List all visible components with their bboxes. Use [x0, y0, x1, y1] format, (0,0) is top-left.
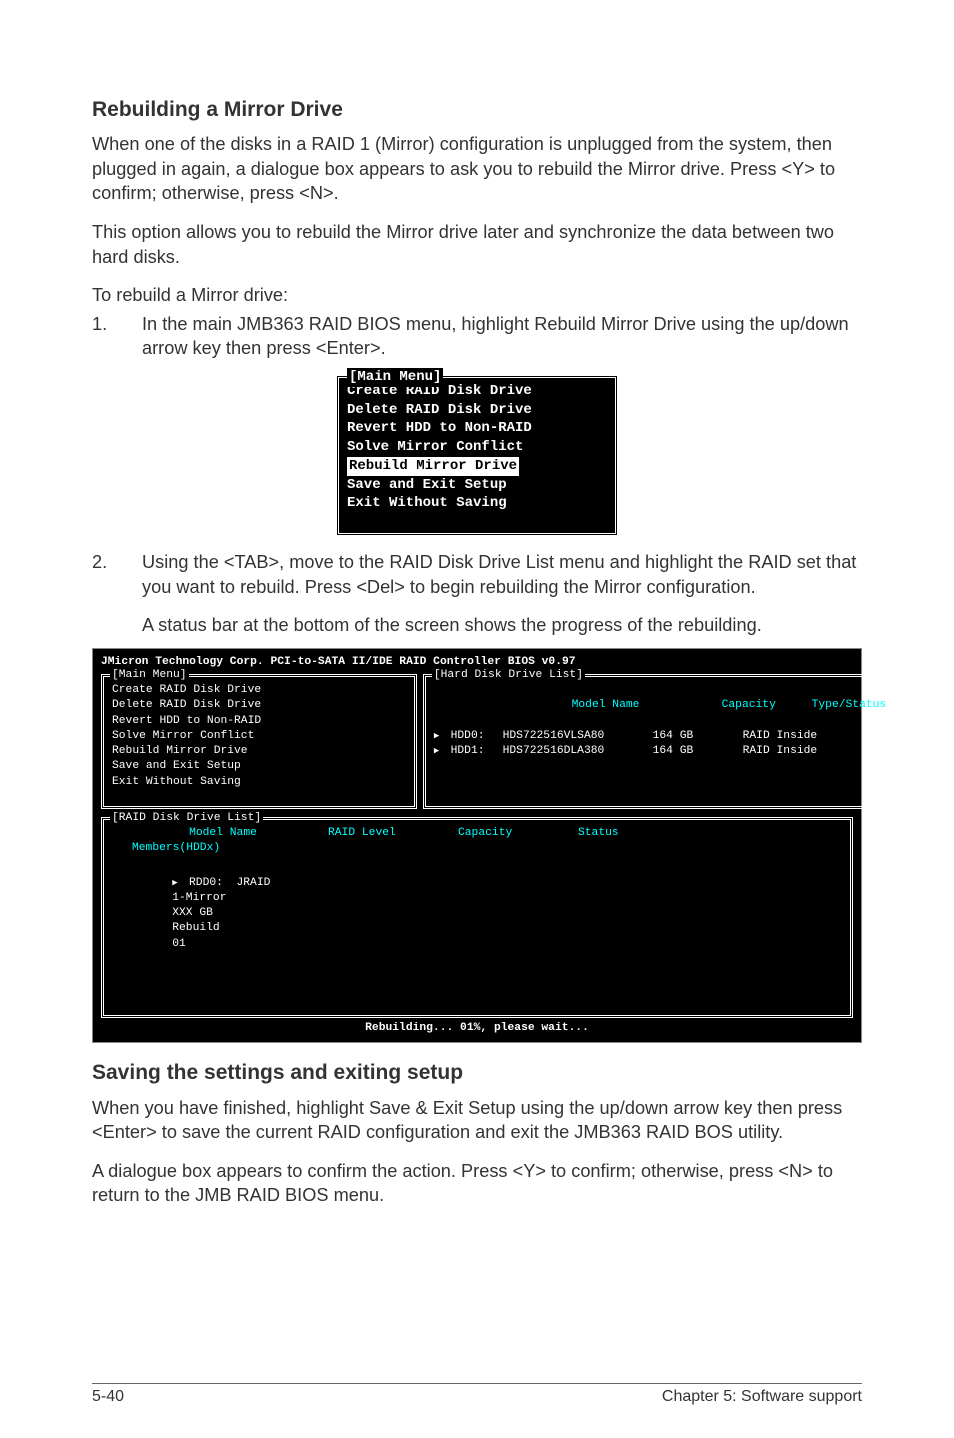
para: When one of the disks in a RAID 1 (Mirro… — [92, 132, 862, 206]
step-text: Using the <TAB>, move to the RAID Disk D… — [142, 550, 862, 599]
bios-statusbar: Rebuilding... 01%, please wait... — [101, 1018, 853, 1040]
raid-members-label: Members(HDDx) — [118, 841, 842, 856]
bios-menu-item: Save and Exit Setup — [347, 476, 607, 495]
bios-menu-item: Rebuild Mirror Drive — [347, 457, 607, 476]
bios-menu-item: Save and Exit Setup — [112, 759, 406, 774]
step-subtext: A status bar at the bottom of the screen… — [92, 613, 862, 638]
bios-menu-item: Rebuild Mirror Drive — [112, 744, 406, 759]
raid-row-name: ▶ RDD0: JRAID — [172, 876, 382, 891]
chapter-label: Chapter 5: Software support — [662, 1386, 862, 1408]
bios-legend: [Main Menu] — [110, 668, 189, 683]
bios-menu-item: Revert HDD to Non-RAID — [112, 714, 406, 729]
para: To rebuild a Mirror drive: — [92, 283, 862, 308]
heading-saving: Saving the settings and exiting setup — [92, 1059, 862, 1087]
bios-menu-item: Solve Mirror Conflict — [112, 729, 406, 744]
hdd-row: ▶ HDD1:HDS722516DLA380164 GBRAID Inside — [434, 744, 886, 759]
bios-menu-item: Exit Without Saving — [347, 494, 607, 513]
bios-raid-panel: [RAID Disk Drive List] Model Name RAID L… — [101, 817, 853, 1018]
step-2: 2. Using the <TAB>, move to the RAID Dis… — [92, 550, 862, 599]
bios-main-menu-panel: [Main Menu] Create RAID Disk DriveDelete… — [101, 674, 417, 809]
page-footer: 5-40 Chapter 5: Software support — [92, 1386, 862, 1408]
bios-hdd-panel: [Hard Disk Drive List] Model NameCapacit… — [423, 674, 897, 809]
raid-row-capacity: XXX GB — [172, 906, 292, 921]
para: A dialogue box appears to confirm the ac… — [92, 1159, 862, 1208]
bios-legend: [Main Menu] — [347, 368, 443, 387]
raid-row-extra: 01 — [172, 937, 232, 952]
col-head: Capacity — [458, 826, 578, 841]
raid-row-status: Rebuild — [172, 921, 282, 936]
step-1: 1. In the main JMB363 RAID BIOS menu, hi… — [92, 312, 862, 361]
bios-menu-item: Solve Mirror Conflict — [347, 438, 607, 457]
col-head: Type/Status — [812, 699, 887, 711]
page-number: 5-40 — [92, 1386, 124, 1408]
bios-menu-item: Delete RAID Disk Drive — [347, 401, 607, 420]
col-head: RAID Level — [328, 826, 458, 841]
step-number: 2. — [92, 550, 114, 599]
bios-menu-item: Delete RAID Disk Drive — [112, 698, 406, 713]
step-number: 1. — [92, 312, 114, 361]
heading-rebuild: Rebuilding a Mirror Drive — [92, 96, 862, 124]
raid-row-level: 1-Mirror — [172, 891, 302, 906]
bios-legend: [Hard Disk Drive List] — [432, 668, 585, 683]
footer-divider — [92, 1383, 862, 1384]
col-head: Status — [578, 826, 688, 841]
bios-menu-item: Create RAID Disk Drive — [112, 683, 406, 698]
bios-legend: [RAID Disk Drive List] — [110, 811, 263, 826]
bios-screenshot: JMicron Technology Corp. PCI-to-SATA II/… — [92, 648, 862, 1044]
para: When you have finished, highlight Save &… — [92, 1096, 862, 1145]
hdd-row: ▶ HDD0:HDS722516VLSA80164 GBRAID Inside — [434, 729, 886, 744]
bios-menu-item: Exit Without Saving — [112, 775, 406, 790]
bios-main-menu-small: [Main Menu] Create RAID Disk DriveDelete… — [336, 375, 618, 536]
col-head: Model Name — [572, 698, 722, 713]
bios-menu-item: Revert HDD to Non-RAID — [347, 419, 607, 438]
col-head: Model Name — [118, 826, 328, 841]
step-text: In the main JMB363 RAID BIOS menu, highl… — [142, 312, 862, 361]
col-head: Capacity — [722, 698, 812, 713]
para: This option allows you to rebuild the Mi… — [92, 220, 862, 269]
